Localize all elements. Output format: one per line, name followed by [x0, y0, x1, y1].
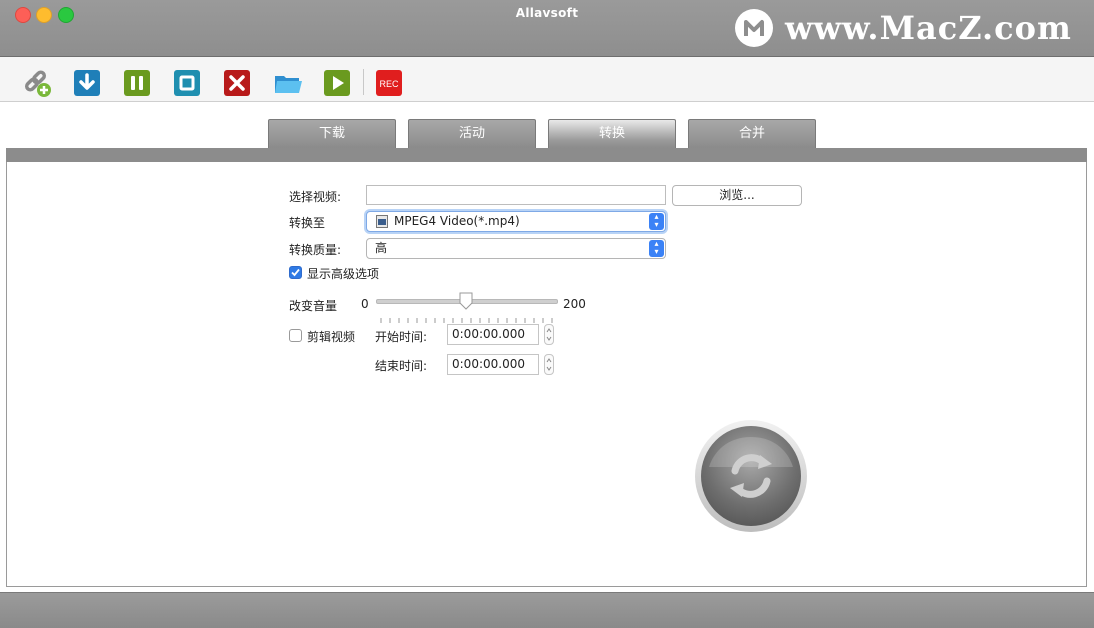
tab-strip — [6, 148, 1087, 162]
toolbar-separator — [363, 69, 364, 95]
open-folder-button[interactable] — [273, 69, 302, 97]
title-bar: Allavsoft www.MacZ.com — [0, 0, 1094, 57]
start-time-label: 开始时间: — [375, 330, 428, 344]
play-icon — [324, 70, 350, 96]
convert-to-label: 转换至 — [289, 216, 326, 230]
link-add-icon — [24, 70, 51, 97]
video-path-field[interactable] — [366, 185, 666, 205]
watermark-text: www.MacZ.com — [785, 9, 1072, 47]
stepper-icon — [546, 328, 552, 341]
record-button[interactable]: REC — [375, 69, 403, 97]
video-file-icon — [376, 215, 388, 228]
volume-max-label: 200 — [563, 297, 586, 311]
browse-button[interactable]: 浏览... — [672, 185, 802, 206]
volume-label: 改变音量 — [289, 299, 338, 313]
stepper-icon — [546, 358, 552, 371]
watermark: www.MacZ.com — [735, 8, 1072, 48]
select-stepper-icon: ▴ ▾ — [649, 240, 664, 257]
checkmark-icon — [291, 268, 300, 277]
advanced-options-checkbox[interactable] — [289, 266, 302, 279]
select-stepper-icon: ▴ ▾ — [649, 213, 664, 230]
quality-select[interactable]: 高 ▴ ▾ — [366, 238, 666, 259]
tab-convert[interactable]: 转换 — [548, 119, 676, 149]
format-select[interactable]: MPEG4 Video(*.mp4) ▴ ▾ — [366, 211, 666, 232]
trim-video-checkbox[interactable] — [289, 329, 302, 342]
close-icon — [224, 70, 250, 96]
refresh-icon — [695, 420, 807, 532]
quality-select-value: 高 — [375, 241, 388, 255]
rec-icon: REC — [376, 70, 402, 96]
rec-label: REC — [379, 79, 399, 89]
delete-button[interactable] — [223, 69, 251, 97]
start-time-field[interactable]: 0:00:00.000 — [447, 324, 539, 345]
add-link-button[interactable] — [23, 69, 51, 97]
convert-start-button[interactable] — [694, 419, 808, 533]
pause-icon — [124, 70, 150, 96]
volume-min-label: 0 — [361, 297, 369, 311]
quality-label: 转换质量: — [289, 243, 342, 257]
status-bar — [0, 592, 1094, 628]
play-button[interactable] — [323, 69, 351, 97]
main-content: 下载 活动 转换 合并 — [0, 102, 1094, 592]
tab-download[interactable]: 下载 — [268, 119, 396, 149]
volume-ticks — [380, 309, 555, 323]
end-time-label: 结束时间: — [375, 359, 428, 373]
advanced-options-label: 显示高级选项 — [307, 267, 380, 281]
m-logo-icon — [735, 9, 773, 47]
stop-icon — [174, 70, 200, 96]
stop-button[interactable] — [173, 69, 201, 97]
end-time-field[interactable]: 0:00:00.000 — [447, 354, 539, 375]
download-icon — [74, 70, 100, 96]
trim-video-label: 剪辑视频 — [307, 330, 356, 344]
download-button[interactable] — [73, 69, 101, 97]
pause-button[interactable] — [123, 69, 151, 97]
end-time-stepper[interactable] — [544, 354, 554, 375]
select-video-label: 选择视频: — [289, 190, 342, 204]
toolbar: REC — [0, 57, 1094, 102]
tab-merge[interactable]: 合并 — [688, 119, 816, 149]
start-time-stepper[interactable] — [544, 324, 554, 345]
folder-icon — [275, 76, 302, 93]
tab-activity[interactable]: 活动 — [408, 119, 536, 149]
volume-slider-knob[interactable] — [458, 292, 474, 310]
format-select-value: MPEG4 Video(*.mp4) — [394, 214, 520, 228]
